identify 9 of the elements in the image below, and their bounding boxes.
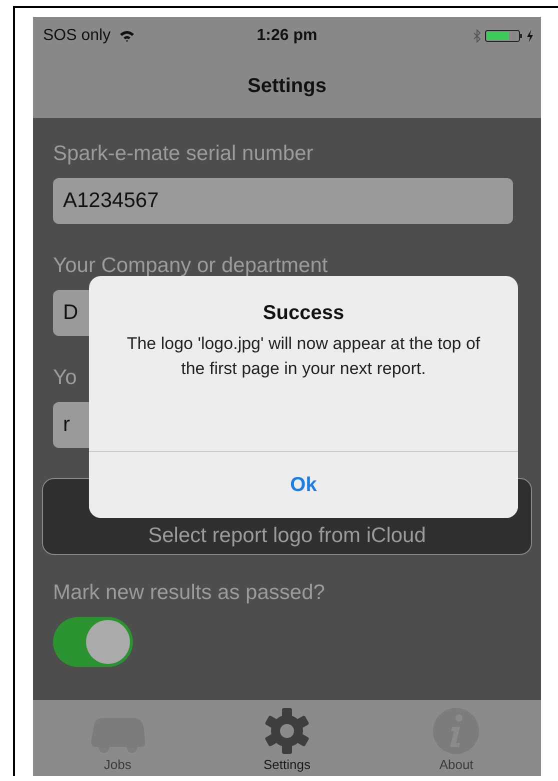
screen-title: Settings	[248, 75, 326, 98]
field-label: Your Company or department	[53, 254, 328, 278]
alert-title: Success	[262, 302, 344, 325]
clock-text: 1:26 pm	[256, 27, 318, 45]
field-label: Yo	[53, 366, 77, 390]
field-label: Spark-e-mate serial number	[53, 142, 314, 166]
carrier-text: SOS only	[43, 27, 111, 45]
toggle-label: Mark new results as passed?	[53, 581, 325, 605]
alert-message: The logo 'logo.jpg' will now appear at the top of the first page in your next report.	[126, 333, 482, 380]
